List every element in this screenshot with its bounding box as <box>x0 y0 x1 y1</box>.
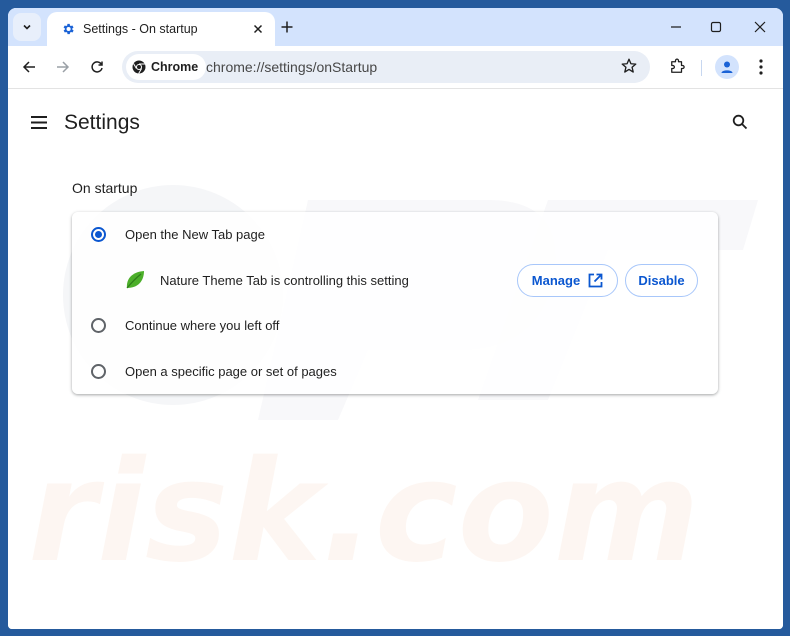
plus-icon <box>281 21 293 33</box>
manage-label: Manage <box>531 273 581 288</box>
tab-search-button[interactable] <box>13 13 41 41</box>
puzzle-icon <box>671 58 685 73</box>
option-continue-where-left-off[interactable]: Continue where you left off <box>72 303 718 347</box>
tab-settings[interactable]: Settings - On startup <box>47 12 275 46</box>
address-bar[interactable]: Chrome chrome://settings/onStartup <box>122 51 650 83</box>
tab-title: Settings - On startup <box>83 22 198 36</box>
reload-button[interactable] <box>83 53 111 81</box>
leaf-icon <box>126 271 144 289</box>
forward-button[interactable] <box>49 53 77 81</box>
chrome-logo-icon <box>132 60 146 74</box>
minimize-button[interactable] <box>659 14 693 40</box>
option-specific-pages[interactable]: Open a specific page or set of pages <box>72 349 718 393</box>
toolbar: Chrome chrome://settings/onStartup <box>8 46 783 89</box>
hamburger-icon <box>31 116 47 129</box>
maximize-icon <box>710 21 722 33</box>
more-vert-icon <box>759 59 763 75</box>
tab-strip: Settings - On startup <box>8 8 783 46</box>
extensions-button[interactable] <box>663 53 691 81</box>
arrow-right-icon <box>57 61 70 73</box>
maximize-button[interactable] <box>699 14 733 40</box>
open-in-new-icon <box>588 273 603 288</box>
extension-notice-text: Nature Theme Tab is controlling this set… <box>160 273 409 288</box>
minimize-icon <box>671 26 681 28</box>
chip-label: Chrome <box>151 60 199 74</box>
watermark-text: risk.com <box>28 431 700 594</box>
disable-label: Disable <box>638 273 685 288</box>
radio-unselected[interactable] <box>91 363 106 379</box>
search-settings-button[interactable] <box>732 114 748 135</box>
close-tab-icon[interactable] <box>253 24 263 34</box>
back-button[interactable] <box>15 53 43 81</box>
settings-page: risk.com Settings On startup Open the Ne… <box>8 90 783 629</box>
disable-button[interactable]: Disable <box>625 264 698 297</box>
extension-control-notice: Nature Theme Tab is controlling this set… <box>72 258 718 302</box>
url-text[interactable]: chrome://settings/onStartup <box>206 59 377 75</box>
star-icon <box>621 58 637 73</box>
radio-selected[interactable] <box>91 226 106 242</box>
browser-window: Settings - On startup Chrome chrome://se… <box>8 8 783 629</box>
site-info-chip[interactable]: Chrome <box>126 54 207 80</box>
close-window-button[interactable] <box>743 14 777 40</box>
option-label: Continue where you left off <box>125 317 280 333</box>
main-menu-button[interactable] <box>31 116 47 134</box>
page-title: Settings <box>64 111 140 134</box>
manage-button[interactable]: Manage <box>517 264 618 297</box>
option-label: Open a specific page or set of pages <box>125 363 337 379</box>
person-icon <box>721 61 733 73</box>
startup-options-card: Open the New Tab page Nature Theme Tab i… <box>72 212 718 394</box>
bookmark-button[interactable] <box>620 57 638 80</box>
close-icon <box>754 21 766 33</box>
reload-icon <box>91 61 103 73</box>
gear-icon <box>63 23 74 35</box>
menu-button[interactable] <box>747 53 775 81</box>
option-label: Open the New Tab page <box>125 226 265 242</box>
option-new-tab-page[interactable]: Open the New Tab page <box>72 212 718 256</box>
chevron-down-icon <box>23 24 31 30</box>
profile-button[interactable] <box>715 55 739 79</box>
toolbar-divider <box>701 60 702 76</box>
section-title: On startup <box>72 180 138 196</box>
new-tab-button[interactable] <box>276 16 298 38</box>
search-icon <box>732 114 748 130</box>
arrow-left-icon <box>22 61 35 73</box>
radio-unselected[interactable] <box>91 317 106 333</box>
